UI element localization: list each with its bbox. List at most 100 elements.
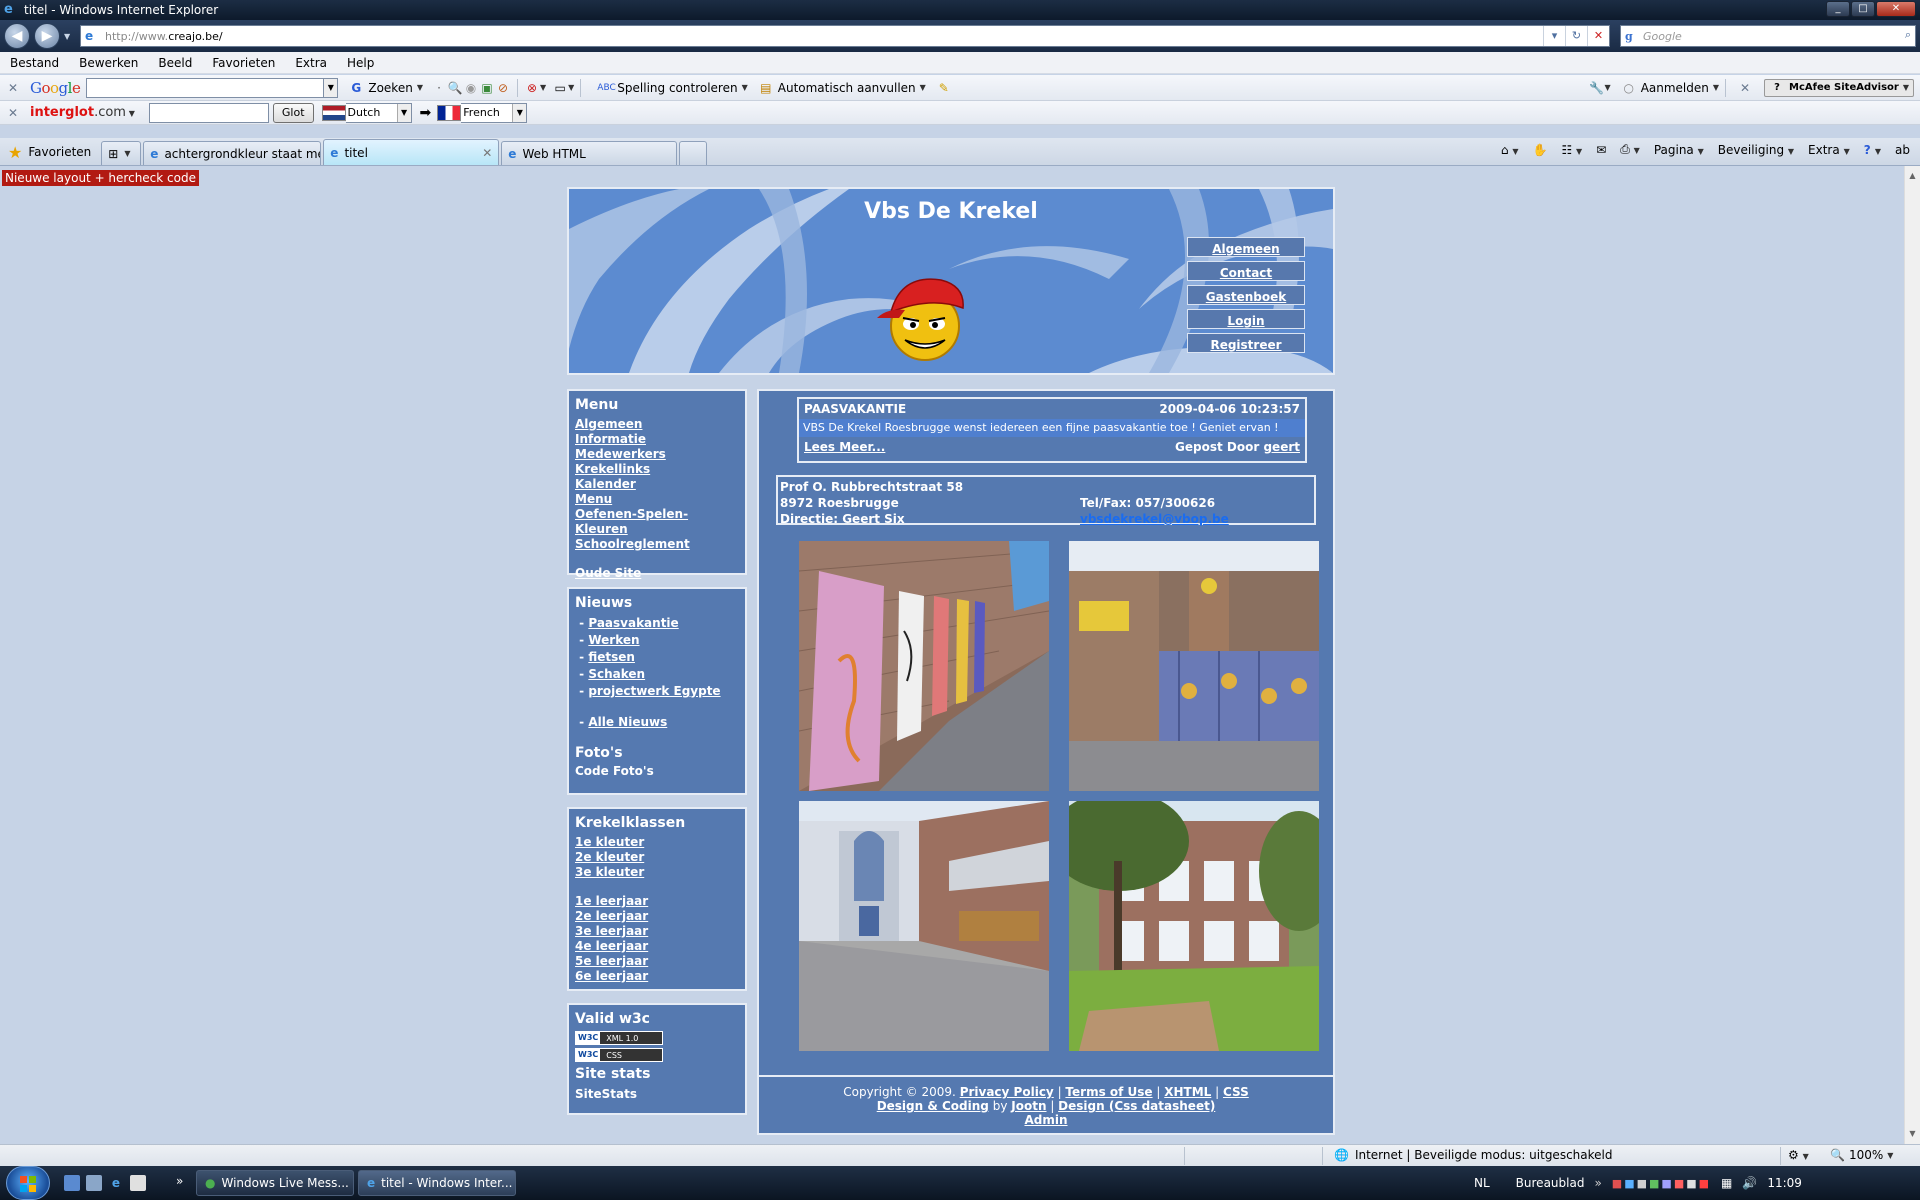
class-link-2e-kleuter[interactable]: 2e kleuter bbox=[575, 850, 739, 865]
mail-quicklaunch-icon[interactable] bbox=[130, 1175, 146, 1191]
sitestats-label[interactable]: SiteStats bbox=[575, 1086, 739, 1102]
task-internet-explorer[interactable]: e titel - Windows Inter... bbox=[358, 1170, 516, 1196]
scroll-up-icon[interactable]: ▲ bbox=[1905, 168, 1920, 184]
menu-beeld[interactable]: Beeld bbox=[148, 56, 202, 70]
security-menu[interactable]: Beveiliging ▼ bbox=[1718, 143, 1794, 157]
class-link-5e-leerjaar[interactable]: 5e leerjaar bbox=[575, 954, 739, 969]
class-link-6e-leerjaar[interactable]: 6e leerjaar bbox=[575, 969, 739, 984]
menu-link-menu[interactable]: Menu bbox=[575, 492, 739, 507]
news-item[interactable]: - projectwerk Egypte bbox=[575, 683, 739, 700]
design-css-link[interactable]: Design (Css datasheet) bbox=[1058, 1099, 1215, 1113]
security-zone[interactable]: 🌐 Internet | Beveiligde modus: uitgescha… bbox=[1334, 1148, 1612, 1162]
css-link[interactable]: CSS bbox=[1223, 1085, 1249, 1099]
header-nav-contact[interactable]: Contact bbox=[1187, 261, 1305, 281]
google-search-button[interactable]: G Zoeken ▼ bbox=[348, 80, 423, 96]
school-photo-playground[interactable] bbox=[799, 801, 1049, 1051]
extra-menu[interactable]: Extra ▼ bbox=[1808, 143, 1850, 157]
header-nav-algemeen[interactable]: Algemeen bbox=[1187, 237, 1305, 257]
class-link-1e-kleuter[interactable]: 1e kleuter bbox=[575, 835, 739, 850]
mail-icon[interactable]: ✉ bbox=[1596, 143, 1606, 157]
xhtml-link[interactable]: XHTML bbox=[1164, 1085, 1211, 1099]
switch-windows-icon[interactable] bbox=[86, 1175, 102, 1191]
menu-link-informatie[interactable]: Informatie bbox=[575, 432, 739, 447]
jootn-link[interactable]: Jootn bbox=[1011, 1099, 1046, 1113]
forward-button[interactable]: ▶ bbox=[34, 23, 60, 49]
news-item[interactable]: - Schaken bbox=[575, 666, 739, 683]
start-button[interactable] bbox=[6, 1166, 50, 1200]
school-photo-garden[interactable] bbox=[1069, 801, 1319, 1051]
menu-extra[interactable]: Extra bbox=[285, 56, 337, 70]
menu-link-schoolreglement[interactable]: Schoolreglement bbox=[575, 537, 739, 552]
maximize-button[interactable]: □ bbox=[1851, 1, 1875, 17]
privacy-policy-link[interactable]: Privacy Policy bbox=[960, 1085, 1054, 1099]
desktop-toolbar[interactable]: Bureaublad bbox=[1516, 1176, 1585, 1190]
task-windows-live-messenger[interactable]: ● Windows Live Mess... bbox=[196, 1170, 354, 1196]
menu-link-kalender[interactable]: Kalender bbox=[575, 477, 739, 492]
vertical-scrollbar[interactable]: ▲ ▼ bbox=[1904, 166, 1920, 1144]
refresh-icon[interactable]: ↻ bbox=[1565, 26, 1587, 46]
menu-link-krekellinks[interactable]: Krekellinks bbox=[575, 462, 739, 477]
help-icon[interactable]: ? ▼ bbox=[1864, 143, 1881, 157]
autolink-icon[interactable]: ▭ bbox=[552, 80, 568, 96]
image-icon[interactable]: ▣ bbox=[479, 80, 495, 96]
tab-achtergrondkleur[interactable]: e achtergrondkleur staat me... bbox=[143, 141, 322, 165]
design-coding-link[interactable]: Design & Coding bbox=[877, 1099, 989, 1113]
page-menu[interactable]: Pagina ▼ bbox=[1654, 143, 1704, 157]
autofill-button[interactable]: ▤ Automatisch aanvullen ▼ bbox=[758, 80, 926, 96]
to-language-select[interactable]: French ▼ bbox=[461, 102, 528, 123]
menu-link-oefenen[interactable]: Oefenen-Spelen-Kleuren bbox=[575, 507, 739, 537]
from-language-select[interactable]: Dutch ▼ bbox=[345, 102, 412, 123]
google-search-dropdown[interactable]: ▼ bbox=[324, 77, 339, 98]
google-search-input[interactable] bbox=[86, 77, 325, 98]
menu-bewerken[interactable]: Bewerken bbox=[69, 56, 148, 70]
stop-icon[interactable]: ✕ bbox=[1587, 26, 1609, 46]
tab-titel[interactable]: e titel ✕ bbox=[323, 139, 500, 165]
favorites-button[interactable]: ★ Favorieten bbox=[0, 139, 99, 165]
close-toolbar-icon[interactable]: ✕ bbox=[8, 81, 22, 95]
show-desktop-icon[interactable] bbox=[64, 1175, 80, 1191]
more-quicklaunch-icon[interactable]: » bbox=[176, 1174, 183, 1188]
menu-link-algemeen[interactable]: Algemeen bbox=[575, 417, 739, 432]
news-icon[interactable]: ◉ bbox=[463, 80, 479, 96]
minimize-button[interactable]: _ bbox=[1826, 1, 1850, 17]
volume-icon[interactable]: 🔊 bbox=[1742, 1176, 1757, 1190]
class-link-3e-leerjaar[interactable]: 3e leerjaar bbox=[575, 924, 739, 939]
close-interglot-icon[interactable]: ✕ bbox=[8, 106, 22, 120]
ie-quicklaunch-icon[interactable]: e bbox=[108, 1175, 124, 1191]
header-nav-gastenboek[interactable]: Gastenboek bbox=[1187, 285, 1305, 305]
new-tab-button[interactable] bbox=[679, 141, 708, 165]
email-link[interactable]: vbsdekrekel@vbop.be bbox=[1080, 511, 1229, 527]
news-item[interactable]: - Werken bbox=[575, 632, 739, 649]
scroll-down-icon[interactable]: ▼ bbox=[1905, 1126, 1920, 1142]
compass-icon[interactable]: ⊘ bbox=[495, 80, 511, 96]
class-link-2e-leerjaar[interactable]: 2e leerjaar bbox=[575, 909, 739, 924]
address-bar[interactable]: e http://www. creajo.be/ ▾ ↻ ✕ bbox=[80, 25, 1610, 47]
read-more-link[interactable]: Lees Meer... bbox=[804, 440, 885, 454]
signin-button[interactable]: ○ Aanmelden ▼ bbox=[1621, 80, 1719, 96]
magnifier-icon[interactable]: 🔍 bbox=[447, 80, 463, 96]
close-tab-icon[interactable]: ✕ bbox=[482, 146, 492, 160]
menu-help[interactable]: Help bbox=[337, 56, 384, 70]
tab-web-html[interactable]: e Web HTML bbox=[501, 141, 678, 165]
author-link[interactable]: geert bbox=[1263, 440, 1300, 454]
terms-of-use-link[interactable]: Terms of Use bbox=[1065, 1085, 1152, 1099]
zoom-control[interactable]: 🔍 100% ▼ bbox=[1830, 1148, 1893, 1162]
clock[interactable]: 11:09 bbox=[1767, 1176, 1802, 1190]
header-nav-registreer[interactable]: Registreer bbox=[1187, 333, 1305, 353]
admin-link[interactable]: Admin bbox=[1024, 1113, 1067, 1127]
research-icon[interactable]: ab bbox=[1895, 143, 1910, 157]
search-icon[interactable]: ⌕ bbox=[1905, 28, 1911, 42]
header-nav-login[interactable]: Login bbox=[1187, 309, 1305, 329]
glot-button[interactable]: Glot bbox=[272, 102, 314, 123]
close-window-button[interactable]: ✕ bbox=[1876, 1, 1916, 17]
quick-tabs-button[interactable]: ⊞ ▼ bbox=[101, 141, 142, 165]
popup-blocker-icon[interactable]: ⊗ bbox=[524, 80, 540, 96]
news-item[interactable]: - fietsen bbox=[575, 649, 739, 666]
search-box[interactable]: g Google ⌕ bbox=[1620, 25, 1916, 47]
menu-link-medewerkers[interactable]: Medewerkers bbox=[575, 447, 739, 462]
news-item[interactable]: - Paasvakantie bbox=[575, 615, 739, 632]
highlighter-icon[interactable]: ✎ bbox=[936, 80, 952, 96]
spellcheck-button[interactable]: ABC Spelling controleren ▼ bbox=[597, 80, 747, 96]
css-valid-badge[interactable]: W3C CSS bbox=[575, 1048, 663, 1062]
close-mcafee-icon[interactable]: ✕ bbox=[1740, 81, 1754, 95]
